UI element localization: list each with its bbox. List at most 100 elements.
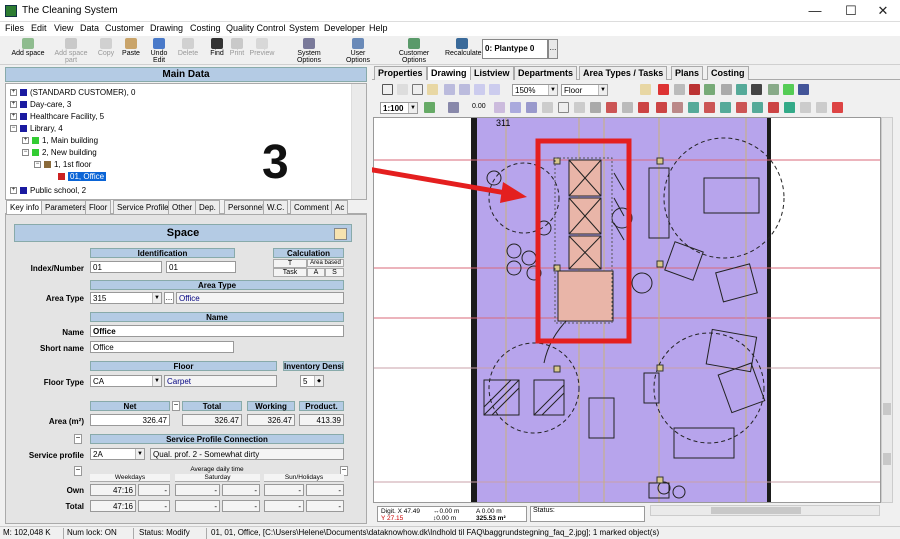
menu-system[interactable]: System <box>289 23 319 33</box>
drawing-horizontal-scrollbar[interactable] <box>650 505 880 516</box>
snap-icon[interactable] <box>424 102 435 113</box>
net-area-field[interactable]: 326.47 <box>90 414 170 426</box>
zoom-select[interactable]: 150% ▼ <box>512 84 558 96</box>
red-marker-icon[interactable] <box>658 84 669 95</box>
tab-floor[interactable]: Floor <box>85 200 112 214</box>
teal-icon[interactable] <box>784 102 795 113</box>
time-collapse-button[interactable]: − <box>74 466 82 476</box>
area-type-select[interactable]: 315 ▼ <box>90 292 162 304</box>
menu-files[interactable]: Files <box>5 23 24 33</box>
calc-a[interactable]: A <box>307 268 325 277</box>
add-space-button[interactable]: Add space <box>11 38 45 57</box>
tab-listview[interactable]: Listview <box>470 66 514 80</box>
tab-ac[interactable]: Ac <box>331 200 349 214</box>
red-square-icon[interactable] <box>832 102 843 113</box>
tree-vertical-scrollbar[interactable] <box>351 84 366 199</box>
pointer-icon[interactable] <box>382 84 393 95</box>
tree-item-day-care[interactable]: + Day-care, 3 <box>10 99 71 110</box>
tab-departments[interactable]: Departments <box>514 66 578 80</box>
short-name-field[interactable]: Office <box>90 341 234 353</box>
rect-icon[interactable] <box>542 102 553 113</box>
tab-wc[interactable]: W.C. <box>263 200 289 214</box>
floor-folder-icon[interactable] <box>640 84 651 95</box>
name-field[interactable]: Office <box>90 325 344 337</box>
delete-button[interactable]: Delete <box>177 38 199 57</box>
tab-personnel[interactable]: Personnel <box>224 200 269 214</box>
floor-select[interactable]: Floor ▼ <box>561 84 608 96</box>
copy-shape-icon[interactable] <box>574 102 585 113</box>
menu-edit[interactable]: Edit <box>31 23 47 33</box>
line-icon[interactable] <box>510 102 521 113</box>
chart-icon[interactable] <box>736 102 747 113</box>
undo-edit-button[interactable]: Undo Edit <box>144 38 174 64</box>
user-options-button[interactable]: User Options <box>338 38 378 64</box>
red-list-icon[interactable] <box>638 102 649 113</box>
layout-icon[interactable] <box>674 84 685 95</box>
menu-help[interactable]: Help <box>369 23 388 33</box>
plantype-more-button[interactable]: ... <box>548 39 558 59</box>
minimize-button[interactable]: — <box>798 0 832 22</box>
tab-comment[interactable]: Comment <box>290 200 333 214</box>
tab-other[interactable]: Other <box>168 200 197 214</box>
system-options-button[interactable]: System Options <box>285 38 333 64</box>
drawing-vertical-scrollbar[interactable] <box>881 117 893 503</box>
tab-drawing[interactable]: Drawing <box>427 66 471 80</box>
tab-properties[interactable]: Properties <box>374 66 427 80</box>
tab-dep[interactable]: Dep. <box>195 200 220 214</box>
menu-drawing[interactable]: Drawing <box>150 23 183 33</box>
inventory-density-spinner[interactable]: 5 ◆ <box>300 375 324 387</box>
customer-options-button[interactable]: Customer Options <box>387 38 441 64</box>
maximize-button[interactable]: ☐ <box>834 0 868 22</box>
zoom-window-icon[interactable] <box>474 84 485 95</box>
red-chart-icon[interactable] <box>768 102 779 113</box>
tool-icon[interactable] <box>721 84 732 95</box>
recalculate-button[interactable]: Recalculate <box>445 38 482 57</box>
tab-costing[interactable]: Costing <box>707 66 749 80</box>
index-field[interactable]: 01 <box>90 261 162 273</box>
flag-icon[interactable] <box>656 102 667 113</box>
settings-icon[interactable] <box>768 84 779 95</box>
paste-button[interactable]: Paste <box>120 38 142 57</box>
grid-icon[interactable] <box>704 84 715 95</box>
tree-item-1st-floor[interactable]: −1, 1st floor <box>34 159 91 170</box>
align-icon[interactable] <box>448 102 459 113</box>
calc-t[interactable]: T <box>273 259 307 268</box>
hscroll-thumb[interactable] <box>711 507 801 514</box>
tree-item-library[interactable]: − Library, 4 <box>10 123 63 134</box>
menu-customer[interactable]: Customer <box>105 23 144 33</box>
service-profile-select[interactable]: 2A ▼ <box>90 448 145 460</box>
menu-view[interactable]: View <box>54 23 73 33</box>
gray-icon-2[interactable] <box>816 102 827 113</box>
green-doc-icon[interactable] <box>720 102 731 113</box>
green-chart-icon[interactable] <box>752 102 763 113</box>
floor-type-select[interactable]: CA ▼ <box>90 375 162 387</box>
calc-task[interactable]: Task <box>273 268 307 277</box>
scroll-thumb-2[interactable] <box>883 453 891 465</box>
tab-area-types-tasks[interactable]: Area Types / Tasks <box>579 66 668 80</box>
green-table-icon[interactable] <box>688 102 699 113</box>
print-button[interactable]: Print <box>228 38 246 57</box>
info-icon[interactable] <box>798 84 809 95</box>
erase-icon[interactable] <box>558 102 569 113</box>
tab-key-info[interactable]: Key info <box>6 200 43 214</box>
tree-item-public-school[interactable]: + Public school, 2 <box>10 185 86 196</box>
floor-plan[interactable]: 311 <box>374 118 881 503</box>
find-button[interactable]: Find <box>208 38 226 57</box>
tree-item-new-building[interactable]: −2, New building <box>22 147 97 158</box>
delete-shape-icon[interactable] <box>606 102 617 113</box>
red-doc-icon[interactable] <box>704 102 715 113</box>
zoom-out-icon[interactable] <box>459 84 470 95</box>
add-space-part-button[interactable]: Add space part <box>49 38 93 64</box>
preview-button[interactable]: Preview <box>249 38 275 57</box>
polyline-icon[interactable] <box>526 102 537 113</box>
drawing-canvas[interactable]: 311 <box>373 117 881 503</box>
gray-icon[interactable] <box>800 102 811 113</box>
status-icon[interactable] <box>783 84 794 95</box>
table-icon[interactable] <box>672 102 683 113</box>
tree-item-office[interactable]: 01, Office <box>58 171 107 182</box>
scale-select[interactable]: 1:100 ▼ <box>380 102 418 114</box>
tab-plans[interactable]: Plans <box>671 66 704 80</box>
main-data-tree[interactable]: + (STANDARD CUSTOMER), 0 + Day-care, 3 + He… <box>5 83 367 200</box>
red-table-icon[interactable] <box>689 84 700 95</box>
menu-data[interactable]: Data <box>80 23 99 33</box>
